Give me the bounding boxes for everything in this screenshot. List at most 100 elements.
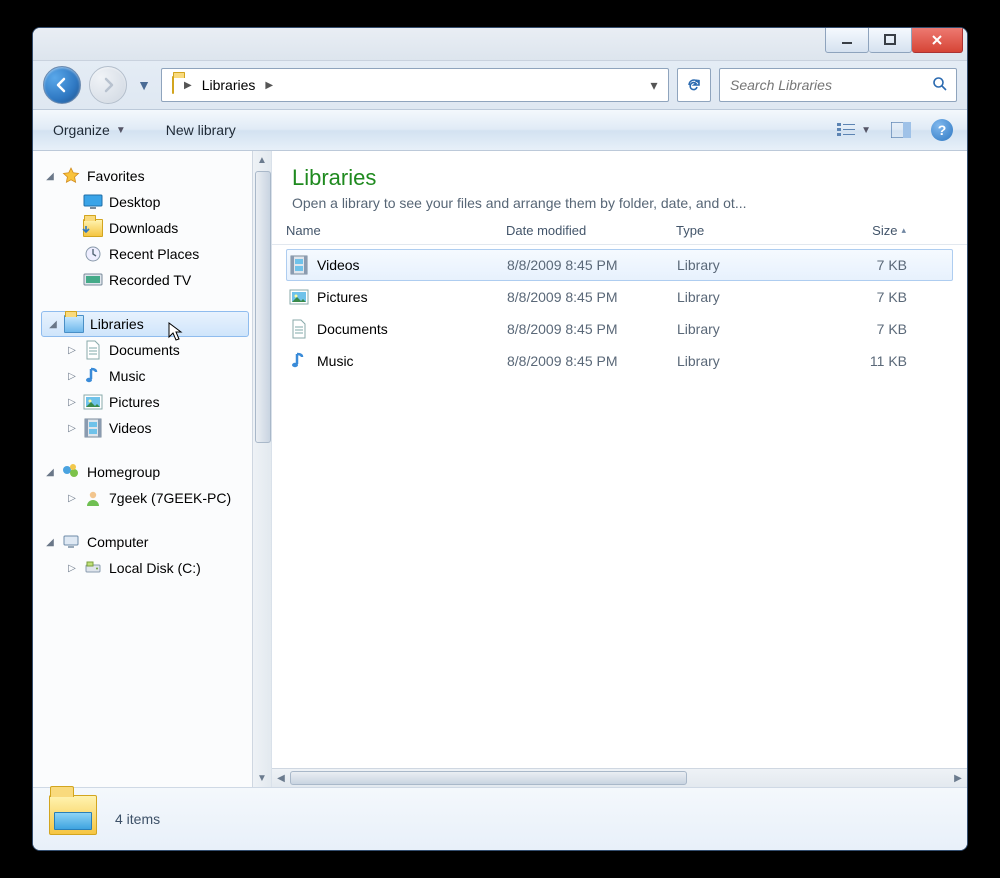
search-box[interactable] — [719, 68, 957, 102]
organize-button[interactable]: Organize ▼ — [47, 118, 132, 142]
forward-button[interactable] — [89, 66, 127, 104]
hscroll-thumb[interactable] — [290, 771, 687, 785]
nav-computer[interactable]: ◢ Computer — [39, 529, 271, 555]
nav-favorites-item[interactable]: Downloads — [39, 215, 271, 241]
navigation-pane: ▲ ▼ ◢ Favorites Desktop Downloads Recent P… — [33, 151, 272, 787]
col-header-date[interactable]: Date modified — [506, 223, 676, 238]
nav-homegroup-item[interactable]: ▷ 7geek (7GEEK-PC) — [39, 485, 271, 511]
nav-favorites-item[interactable]: Recent Places — [39, 241, 271, 267]
help-button[interactable]: ? — [931, 119, 953, 141]
nav-libraries-item[interactable]: ▷Documents — [39, 337, 271, 363]
desktop-icon — [83, 192, 103, 212]
item-date: 8/8/2009 8:45 PM — [507, 353, 677, 369]
scroll-left-button[interactable]: ◀ — [272, 769, 290, 787]
details-view-icon — [837, 122, 857, 138]
scroll-up-button[interactable]: ▲ — [253, 151, 271, 169]
scroll-down-button[interactable]: ▼ — [253, 769, 271, 787]
item-type: Library — [677, 257, 797, 273]
minimize-button[interactable] — [825, 27, 869, 53]
caret-right-icon: ▷ — [67, 493, 77, 504]
organize-label: Organize — [53, 122, 110, 138]
item-type: Library — [677, 289, 797, 305]
nav-computer-label: Computer — [87, 534, 148, 550]
vid-icon — [287, 253, 311, 277]
caret-right-icon: ▷ — [67, 371, 77, 382]
caret-down-icon: ◢ — [48, 319, 58, 330]
nav-libraries-item[interactable]: ▷Music — [39, 363, 271, 389]
address-root[interactable] — [166, 69, 180, 101]
pic-icon — [83, 392, 103, 412]
recent-icon — [83, 244, 103, 264]
caret-down-icon: ◢ — [45, 467, 55, 478]
navpane-scrollbar[interactable]: ▲ ▼ — [252, 151, 271, 787]
nav-homegroup-label: Homegroup — [87, 464, 160, 480]
address-dropdown[interactable]: ▾ — [644, 77, 664, 94]
item-date: 8/8/2009 8:45 PM — [507, 289, 677, 305]
item-size: 7 KB — [797, 257, 907, 273]
chevron-right-icon[interactable]: ▶ — [261, 80, 277, 91]
col-header-name[interactable]: Name — [286, 223, 506, 238]
nav-item-label: Desktop — [109, 194, 160, 210]
nav-item-label: Recent Places — [109, 246, 199, 262]
libraries-icon — [64, 314, 84, 334]
computer-icon — [61, 532, 81, 552]
nav-item-label: Recorded TV — [109, 272, 191, 288]
chevron-down-icon: ▼ — [861, 125, 871, 136]
list-item[interactable]: Music 8/8/2009 8:45 PMLibrary11 KB — [286, 345, 953, 377]
page-subtitle: Open a library to see your files and arr… — [292, 195, 947, 211]
tv-icon — [83, 270, 103, 290]
music-icon — [83, 366, 103, 386]
sort-asc-icon: ▴ — [901, 225, 906, 236]
col-header-size[interactable]: Size▴ — [796, 223, 906, 238]
caret-down-icon: ◢ — [45, 537, 55, 548]
item-name: Videos — [317, 257, 360, 273]
list-item[interactable]: Pictures8/8/2009 8:45 PMLibrary7 KB — [286, 281, 953, 313]
item-size: 11 KB — [797, 353, 907, 369]
item-date: 8/8/2009 8:45 PM — [507, 257, 677, 273]
search-icon[interactable] — [932, 76, 948, 95]
nav-favorites[interactable]: ◢ Favorites — [39, 163, 271, 189]
download-folder-icon — [83, 218, 103, 238]
address-bar[interactable]: ▶ Libraries ▶ ▾ — [161, 68, 669, 102]
item-date: 8/8/2009 8:45 PM — [507, 321, 677, 337]
nav-libraries-item[interactable]: ▷Videos — [39, 415, 271, 441]
scroll-right-button[interactable]: ▶ — [949, 769, 967, 787]
close-button[interactable] — [912, 27, 963, 53]
nav-item-label: Documents — [109, 342, 180, 358]
preview-pane-button[interactable] — [891, 122, 911, 138]
nav-libraries-label: Libraries — [90, 316, 144, 332]
explorer-window: ▼ ▶ Libraries ▶ ▾ Organize ▼ — [32, 27, 968, 851]
pic-icon — [287, 285, 311, 309]
address-text: Libraries — [202, 77, 256, 93]
history-dropdown[interactable]: ▼ — [135, 73, 153, 97]
content-hscrollbar[interactable]: ◀ ▶ — [272, 768, 967, 787]
nav-libraries-item[interactable]: ▷Pictures — [39, 389, 271, 415]
nav-computer-item[interactable]: ▷ Local Disk (C:) — [39, 555, 271, 581]
nav-homegroup[interactable]: ◢ Homegroup — [39, 459, 271, 485]
status-text: 4 items — [115, 811, 160, 827]
new-library-label: New library — [166, 122, 236, 138]
file-list: Videos8/8/2009 8:45 PMLibrary7 KBPicture… — [272, 245, 967, 768]
search-input[interactable] — [728, 76, 926, 94]
music-icon — [287, 349, 311, 373]
new-library-button[interactable]: New library — [160, 118, 242, 142]
address-segment-libraries[interactable]: Libraries — [196, 69, 262, 101]
maximize-button[interactable] — [869, 27, 912, 53]
nav-favorites-item[interactable]: Desktop — [39, 189, 271, 215]
content-pane: Libraries Open a library to see your fil… — [272, 151, 967, 787]
refresh-button[interactable] — [677, 68, 711, 102]
back-button[interactable] — [43, 66, 81, 104]
list-item[interactable]: Documents8/8/2009 8:45 PMLibrary7 KB — [286, 313, 953, 345]
col-header-type[interactable]: Type — [676, 223, 796, 238]
doc-icon — [287, 317, 311, 341]
item-type: Library — [677, 353, 797, 369]
view-options-button[interactable]: ▼ — [837, 122, 871, 138]
item-name: Music — [317, 353, 354, 369]
nav-favorites-item[interactable]: Recorded TV — [39, 267, 271, 293]
nav-libraries[interactable]: ◢ Libraries — [41, 311, 249, 337]
scroll-thumb[interactable] — [255, 171, 271, 443]
nav-item-label: Downloads — [109, 220, 178, 236]
list-item[interactable]: Videos 8/8/2009 8:45 PMLibrary7 KB — [286, 249, 953, 281]
nav-bar: ▼ ▶ Libraries ▶ ▾ — [33, 61, 967, 110]
chevron-right-icon[interactable]: ▶ — [180, 80, 196, 91]
